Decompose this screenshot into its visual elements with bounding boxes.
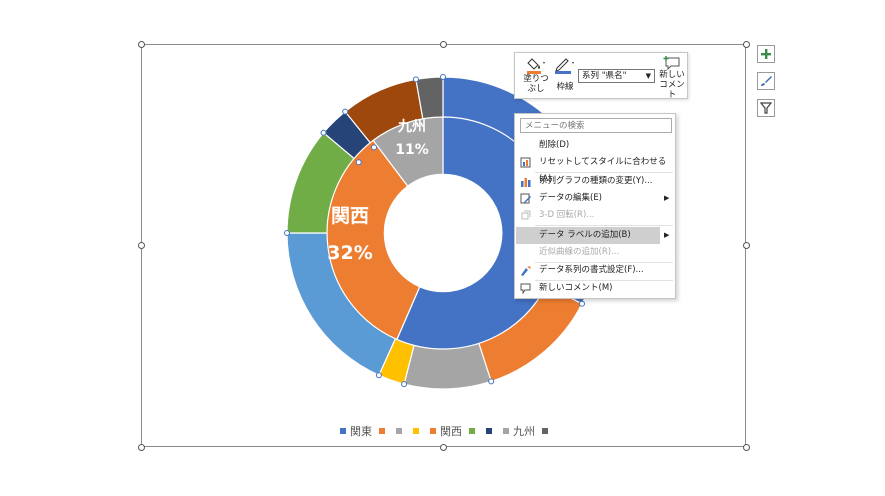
new-comment-label: 新しいコメント — [659, 70, 685, 100]
series-select[interactable]: 系列 "県名" ▼ — [578, 69, 655, 83]
legend-entry[interactable]: 九州 — [503, 423, 535, 439]
data-label-kyushu-name[interactable]: 九州 — [397, 119, 426, 135]
menu-item-label: データ系列の書式設定(F)... — [539, 265, 644, 275]
legend-entry[interactable] — [379, 428, 389, 434]
legend-swatch — [486, 428, 492, 434]
pen-outline-icon — [555, 58, 574, 74]
menu-separator — [535, 225, 673, 226]
menu-item-label: 3-D 回転(R)... — [539, 210, 595, 220]
legend-label: 九州 — [513, 425, 535, 438]
legend-swatch — [542, 428, 548, 434]
legend-label: 関東 — [350, 425, 372, 438]
paint-bucket-icon — [527, 58, 545, 74]
menu-item-3d-rotation: 3-D 回転(R)... — [516, 207, 674, 224]
menu-search-input[interactable]: メニューの検索 — [520, 118, 672, 133]
rotate-3d-icon — [521, 210, 531, 220]
edit-data-icon — [520, 193, 531, 204]
menu-item-label: データ ラベルの追加(B) — [539, 230, 631, 240]
outline-label: 枠線 — [556, 82, 574, 92]
dropdown-arrow-icon: ▼ — [645, 72, 651, 80]
fill-button[interactable]: 塗りつぶし — [519, 56, 553, 94]
menu-item-reset-style[interactable]: リセットしてスタイルに合わせる(A) — [516, 154, 674, 184]
legend-entry[interactable] — [469, 428, 479, 434]
legend-swatch — [430, 428, 436, 434]
fill-label: 塗りつぶし — [523, 74, 549, 94]
legend-entry[interactable]: 関西 — [430, 423, 462, 439]
series-select-value: 系列 "県名" — [582, 71, 627, 81]
menu-item-format-data-series[interactable]: データ系列の書式設定(F)... — [516, 262, 674, 279]
submenu-arrow-icon: ▶ — [664, 194, 670, 202]
data-label-kyushu-pct[interactable]: 11% — [395, 142, 429, 158]
legend-swatch — [379, 428, 385, 434]
menu-item-change-chart-type[interactable]: 系列グラフの種類の変更(Y)... — [516, 173, 674, 190]
data-label-kansai-pct[interactable]: 32% — [327, 242, 372, 264]
legend-swatch — [469, 428, 475, 434]
menu-item-label: 新しいコメント(M) — [539, 283, 613, 293]
comment-icon — [520, 283, 531, 294]
legend-swatch — [503, 428, 509, 434]
menu-item-add-data-labels[interactable]: データ ラベルの追加(B) — [516, 227, 660, 244]
menu-item-label: 削除(D) — [539, 140, 570, 150]
menu-item-label: データの編集(E) — [539, 193, 603, 203]
new-comment-button[interactable]: 新しいコメント — [656, 56, 688, 100]
menu-item-add-trendline: 近似曲線の追加(R)... — [516, 244, 674, 261]
legend-swatch — [413, 428, 419, 434]
filter-icon — [760, 102, 772, 114]
menu-item-label: 近似曲線の追加(R)... — [539, 247, 620, 257]
legend-label: 関西 — [440, 425, 462, 438]
menu-item-label: 系列グラフの種類の変更(Y)... — [539, 176, 653, 186]
legend-entry[interactable] — [542, 428, 552, 434]
legend-entry[interactable]: 関東 — [340, 423, 372, 439]
plus-icon — [761, 49, 771, 59]
new-comment-icon — [663, 56, 680, 70]
mini-toolbar: 塗りつぶし 枠線 系列 "県名" ▼ 新しいコメント — [514, 52, 688, 100]
chart-styles-button[interactable] — [757, 72, 775, 90]
legend-entry[interactable] — [413, 428, 423, 434]
chart-elements-button[interactable] — [757, 45, 775, 63]
donut-chart[interactable]: 九州 11% 関西 32% — [0, 0, 885, 496]
context-menu: メニューの検索 削除(D) リセットしてスタイルに合わせる(A) 系列グラフの種… — [514, 113, 676, 299]
menu-item-new-comment[interactable]: 新しいコメント(M) — [516, 280, 674, 297]
format-series-icon — [521, 266, 531, 276]
chart-type-icon — [521, 178, 531, 187]
menu-item-edit-data[interactable]: データの編集(E) ▶ — [516, 190, 674, 207]
chart-legend[interactable]: 関東 関西 九州 — [340, 424, 559, 438]
legend-swatch — [340, 428, 346, 434]
data-label-kansai-name[interactable]: 関西 — [331, 205, 369, 227]
submenu-arrow-icon: ▶ — [664, 231, 670, 239]
menu-item-delete[interactable]: 削除(D) — [516, 137, 674, 154]
legend-entry[interactable] — [486, 428, 496, 434]
legend-swatch — [396, 428, 402, 434]
chart-filters-button[interactable] — [757, 99, 775, 117]
legend-entry[interactable] — [396, 428, 406, 434]
outline-button[interactable]: 枠線 — [552, 56, 578, 92]
reset-style-icon — [520, 157, 531, 168]
brush-icon — [761, 76, 772, 86]
